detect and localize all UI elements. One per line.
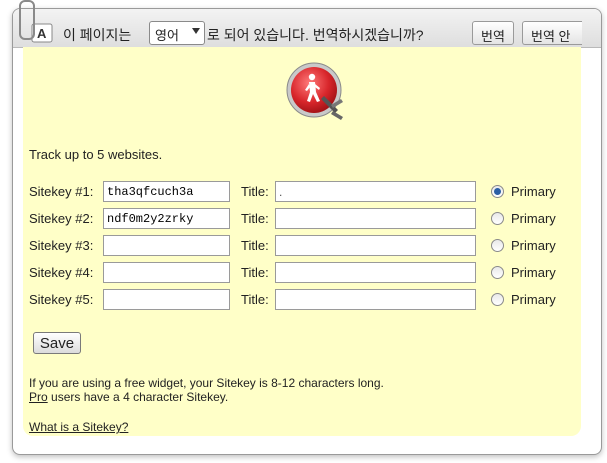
translate-prefix-text: 이 페이지는 <box>63 27 132 43</box>
title-input-3[interactable] <box>275 235 476 256</box>
title-input-4[interactable] <box>275 262 476 283</box>
paperclip-icon <box>19 0 35 40</box>
title-label: Title: <box>241 265 269 280</box>
translate-button-label: 번역 <box>481 29 505 44</box>
sitekey-label: Sitekey #4: <box>29 265 94 280</box>
sitekey-input-1[interactable] <box>103 181 230 202</box>
title-input-5[interactable] <box>275 289 476 310</box>
title-label: Title: <box>241 238 269 253</box>
translate-bar: A 이 페이지는 영어 로 되어 있습니다. 번역하시겠습니까? 번역 번역 안 <box>13 9 601 48</box>
chevron-down-icon <box>192 28 200 34</box>
primary-radio-4[interactable] <box>491 266 504 279</box>
sitekey-label: Sitekey #2: <box>29 211 94 226</box>
title-input-2[interactable] <box>275 208 476 229</box>
primary-label: Primary <box>511 292 556 307</box>
intro-text: Track up to 5 websites. <box>29 147 163 162</box>
svg-text:A: A <box>37 26 47 41</box>
language-select-value: 영어 <box>155 28 179 43</box>
sitekey-label: Sitekey #3: <box>29 238 94 253</box>
translate-button[interactable]: 번역 <box>472 21 514 45</box>
language-select[interactable]: 영어 <box>149 21 205 45</box>
primary-label: Primary <box>511 184 556 199</box>
title-label: Title: <box>241 184 269 199</box>
primary-label: Primary <box>511 238 556 253</box>
settings-panel: Track up to 5 websites. Sitekey #1: Titl… <box>23 47 581 436</box>
title-label: Title: <box>241 292 269 307</box>
site-logo-icon <box>285 61 347 123</box>
note-line-1: If you are using a free widget, your Sit… <box>29 376 384 390</box>
primary-label: Primary <box>511 211 556 226</box>
sitekey-note: If you are using a free widget, your Sit… <box>29 376 384 404</box>
no-translate-button[interactable]: 번역 안 <box>522 21 582 45</box>
primary-label: Primary <box>511 265 556 280</box>
sitekey-label: Sitekey #1: <box>29 184 94 199</box>
sitekey-input-3[interactable] <box>103 235 230 256</box>
sitekey-input-4[interactable] <box>103 262 230 283</box>
translate-suffix-text: 로 되어 있습니다. 번역하시겠습니까? <box>207 27 424 43</box>
sitekey-input-2[interactable] <box>103 208 230 229</box>
primary-radio-2[interactable] <box>491 212 504 225</box>
title-input-1[interactable] <box>275 181 476 202</box>
no-translate-button-label: 번역 안 <box>531 29 571 44</box>
sitekey-label: Sitekey #5: <box>29 292 94 307</box>
what-is-sitekey-link[interactable]: What is a Sitekey? <box>29 420 128 434</box>
note-line-2: users have a 4 character Sitekey. <box>47 390 229 404</box>
pro-link[interactable]: Pro <box>29 390 48 404</box>
primary-radio-3[interactable] <box>491 239 504 252</box>
title-label: Title: <box>241 211 269 226</box>
primary-radio-1[interactable] <box>491 185 504 198</box>
primary-radio-5[interactable] <box>491 293 504 306</box>
sitekey-input-5[interactable] <box>103 289 230 310</box>
save-button[interactable]: Save <box>33 332 81 354</box>
app-window: A 이 페이지는 영어 로 되어 있습니다. 번역하시겠습니까? 번역 번역 안 <box>12 8 602 455</box>
